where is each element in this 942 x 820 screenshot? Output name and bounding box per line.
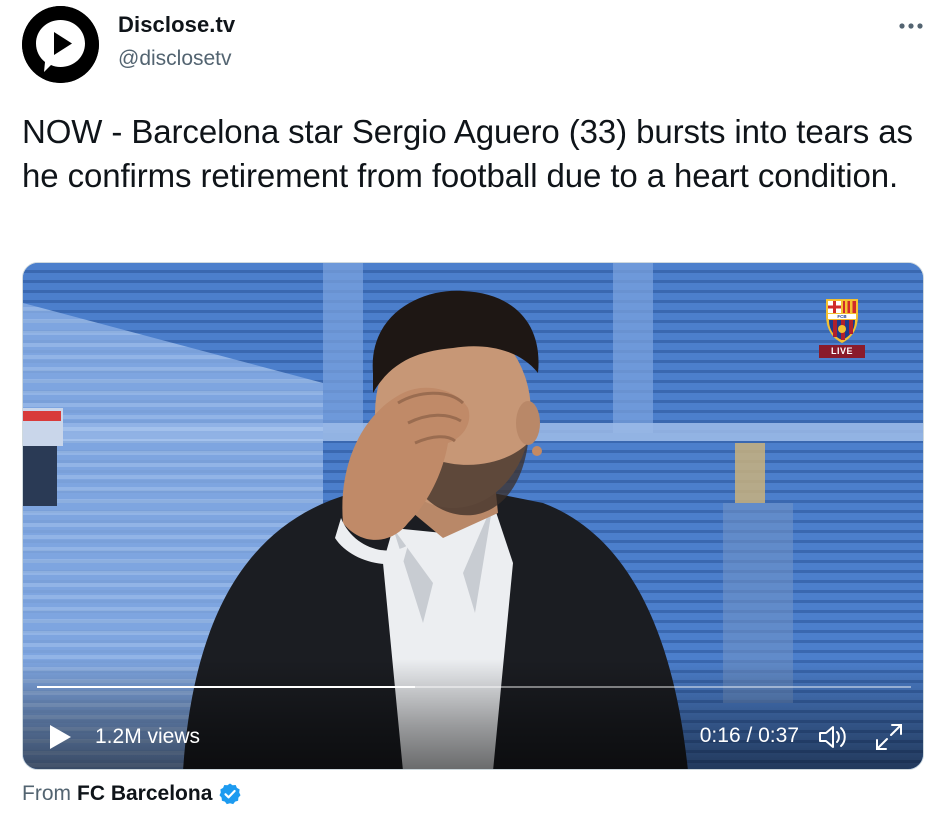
- volume-icon[interactable]: [817, 723, 849, 751]
- source-prefix: From: [22, 782, 71, 805]
- tweet-text: NOW - Barcelona star Sergio Aguero (33) …: [22, 113, 913, 194]
- view-count: 1.2M views: [95, 725, 201, 748]
- video-source: From FC Barcelona: [22, 782, 242, 806]
- fullscreen-icon[interactable]: [873, 721, 905, 753]
- verified-badge-icon: [218, 782, 242, 806]
- play-icon[interactable]: [47, 724, 73, 750]
- author-handle[interactable]: @disclosetv: [118, 47, 232, 71]
- author-name[interactable]: Disclose.tv: [118, 12, 235, 38]
- more-options-icon[interactable]: [894, 16, 928, 36]
- live-badge: LIVE: [819, 345, 865, 358]
- video-progress-fill: [37, 686, 415, 688]
- video-time: 0:16 / 0:37: [699, 724, 799, 747]
- avatar[interactable]: [22, 6, 99, 83]
- video-player[interactable]: FCB LIVE 1.2M views 0:16 / 0:37: [22, 262, 924, 770]
- crest-letters: FCB: [837, 314, 847, 319]
- video-progress-bar[interactable]: [37, 686, 911, 688]
- play-chat-bubble-logo-icon: [22, 6, 99, 83]
- controls-overlay: [23, 659, 923, 769]
- source-account-link[interactable]: FC Barcelona: [77, 782, 212, 806]
